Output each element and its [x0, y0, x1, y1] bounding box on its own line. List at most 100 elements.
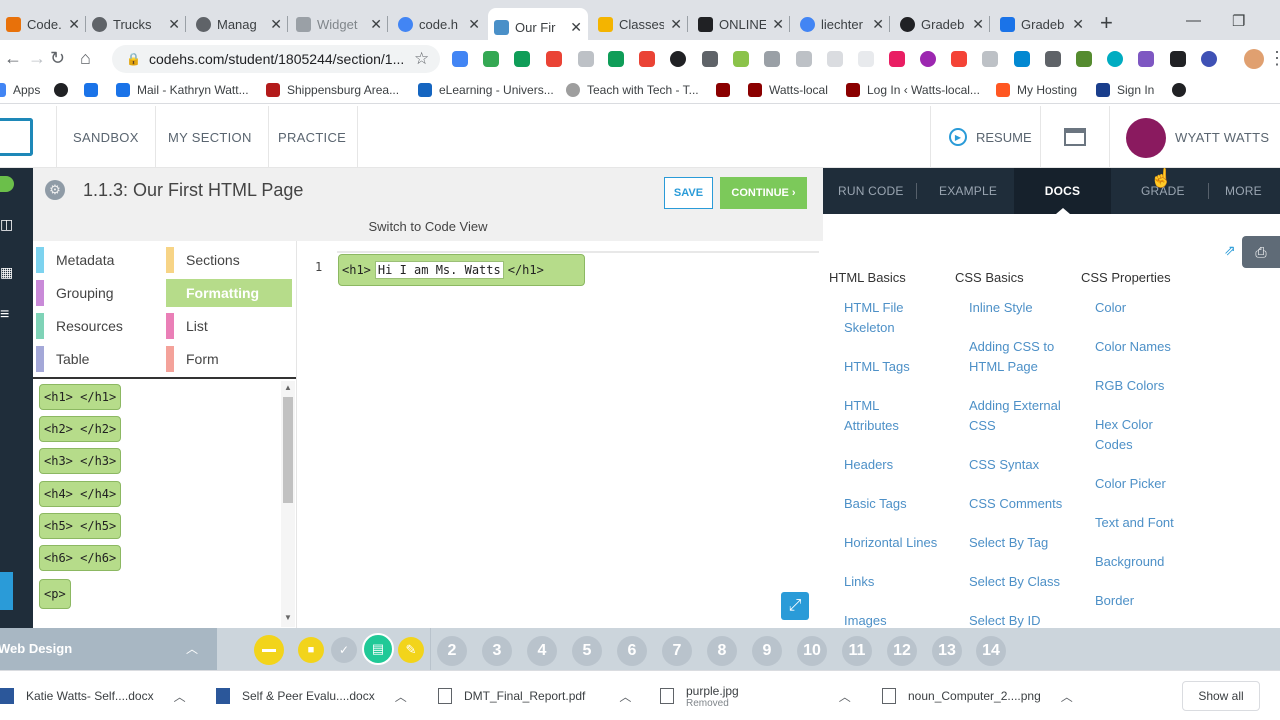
close-icon[interactable]: ✕ — [872, 16, 884, 33]
resume-button[interactable]: ▶ RESUME — [930, 106, 1040, 168]
new-tab-button[interactable]: + — [1100, 10, 1113, 36]
docs-link[interactable]: HTML Tags — [844, 357, 954, 377]
page-button[interactable]: 11 — [842, 636, 872, 666]
avatar[interactable] — [1126, 118, 1166, 158]
tab-example[interactable]: EXAMPLE — [939, 168, 997, 214]
close-icon[interactable]: ✕ — [168, 16, 180, 33]
menu-icon[interactable]: ≡ — [0, 306, 14, 324]
minimize-icon[interactable]: — — [1186, 12, 1201, 29]
docs-link[interactable]: Background — [1095, 552, 1205, 572]
external-link-icon[interactable]: ⇗ — [1224, 242, 1236, 259]
close-icon[interactable]: ✕ — [1072, 16, 1084, 33]
star-icon[interactable]: ☆ — [414, 49, 429, 69]
tab-more[interactable]: MORE — [1225, 168, 1262, 214]
page-button[interactable]: 9 — [752, 636, 782, 666]
continue-button[interactable]: CONTINUE › — [720, 177, 807, 209]
block-h6[interactable]: <h6> </h6> — [39, 545, 122, 571]
bookmark-my-hosting[interactable]: My Hosting — [996, 83, 1077, 97]
docs-link[interactable]: CSS Syntax — [969, 455, 1079, 475]
extension-icon[interactable] — [1170, 51, 1186, 67]
extension-icon[interactable] — [608, 51, 624, 67]
bookmark-apps[interactable]: Apps — [0, 83, 40, 97]
extension-icon[interactable] — [1014, 51, 1030, 67]
extension-icon[interactable] — [796, 51, 812, 67]
browser-tab[interactable]: Trucks ✕ — [86, 8, 186, 40]
docs-link[interactable]: Color Picker — [1095, 474, 1205, 494]
page-button[interactable]: 13 — [932, 636, 962, 666]
chevron-up-icon[interactable]: ︿ — [839, 688, 851, 705]
browser-tab[interactable]: Code.o ✕ — [0, 8, 86, 40]
extension-icon[interactable] — [858, 51, 874, 67]
chevron-up-icon[interactable]: ︿ — [1061, 688, 1073, 705]
extension-icon[interactable] — [702, 51, 718, 67]
docs-link[interactable]: Horizontal Lines — [844, 533, 954, 553]
show-all-button[interactable]: Show all — [1182, 681, 1260, 711]
page-button[interactable]: 12 — [887, 636, 917, 666]
back-icon[interactable]: ← — [4, 48, 22, 69]
download-item[interactable]: purple.jpg Removed ︿ — [660, 671, 860, 720]
page-button[interactable]: 8 — [707, 636, 737, 666]
docs-link[interactable]: Color — [1095, 298, 1205, 318]
print-icon[interactable]: ⎙ — [1242, 236, 1280, 268]
page-button[interactable]: 2 — [437, 636, 467, 666]
browser-tab[interactable]: Widget ✕ — [290, 8, 388, 40]
bookmark-teach-with-tech[interactable]: Teach with Tech - T... — [566, 83, 699, 97]
docs-link[interactable]: HTML Attributes — [844, 396, 924, 435]
drive-icon[interactable] — [483, 51, 499, 67]
expand-icon[interactable]: ⤢ — [781, 592, 809, 620]
extension-icon[interactable] — [670, 51, 686, 67]
close-icon[interactable]: ✕ — [270, 16, 282, 33]
chevron-up-icon[interactable]: ︿ — [395, 688, 407, 705]
browser-tab[interactable]: Classes ✕ — [592, 8, 688, 40]
docs-link[interactable]: Border — [1095, 591, 1205, 611]
category-grouping[interactable]: Grouping — [36, 279, 114, 307]
block-h4[interactable]: <h4> </h4> — [39, 481, 122, 507]
tab-run-code[interactable]: RUN CODE — [838, 168, 904, 214]
extension-icon[interactable] — [639, 51, 655, 67]
extension-icon[interactable] — [982, 51, 998, 67]
block-h1[interactable]: <h1> </h1> — [39, 384, 122, 410]
category-table[interactable]: Table — [36, 345, 89, 373]
bookmark[interactable] — [716, 83, 737, 97]
sheets-icon[interactable] — [514, 51, 530, 67]
extension-icon[interactable] — [452, 51, 468, 67]
docs-link[interactable]: RGB Colors — [1095, 376, 1205, 396]
check-icon[interactable] — [0, 176, 14, 192]
minus-icon[interactable] — [254, 635, 284, 665]
codehs-logo-icon[interactable] — [0, 118, 33, 156]
pencil-icon[interactable]: ✎ — [398, 637, 424, 663]
docs-link[interactable]: Select By Class — [969, 572, 1079, 592]
close-icon[interactable]: ✕ — [670, 16, 682, 33]
close-icon[interactable]: ✕ — [68, 16, 80, 33]
profile-avatar-icon[interactable] — [1244, 49, 1264, 69]
block-h3[interactable]: <h3> </h3> — [39, 448, 122, 474]
switch-to-code-view-button[interactable]: Switch to Code View — [33, 212, 823, 241]
home-icon[interactable]: ⌂ — [80, 48, 91, 69]
heading-text-field[interactable]: Hi I am Ms. Watts — [374, 261, 504, 279]
reload-icon[interactable]: ↻ — [50, 48, 65, 69]
document-icon[interactable]: ▤ — [362, 633, 394, 665]
bookmark-login[interactable]: Log In ‹ Watts-local... — [846, 83, 980, 97]
bookmark-elearning[interactable]: eLearning - Univers... — [418, 83, 554, 97]
docs-link[interactable]: Adding External CSS — [969, 396, 1069, 435]
nav-my-section[interactable]: MY SECTION — [152, 106, 269, 168]
extension-icon[interactable] — [733, 51, 749, 67]
close-icon[interactable]: ✕ — [370, 16, 382, 33]
scroll-up-icon[interactable]: ▲ — [284, 383, 292, 392]
block-h5[interactable]: <h5> </h5> — [39, 513, 122, 539]
close-icon[interactable]: ✕ — [772, 16, 784, 33]
page-button[interactable]: 7 — [662, 636, 692, 666]
extension-icon[interactable] — [827, 51, 843, 67]
extension-icon[interactable] — [889, 51, 905, 67]
bookmark-sign-in[interactable]: Sign In — [1096, 83, 1154, 97]
category-sections[interactable]: Sections — [166, 246, 240, 274]
docs-link[interactable]: Basic Tags — [844, 494, 954, 514]
extension-icon[interactable] — [546, 51, 562, 67]
map-icon[interactable]: ◫ — [0, 216, 14, 233]
browser-tab[interactable]: Manag ✕ — [190, 8, 288, 40]
user-name[interactable]: WYATT WATTS — [1175, 130, 1269, 145]
address-bar[interactable]: 🔒 codehs.com/student/1805244/section/1..… — [112, 45, 440, 73]
calendar-icon[interactable]: ▦ — [0, 264, 14, 281]
browser-tab[interactable]: Gradeb ✕ — [894, 8, 990, 40]
category-metadata[interactable]: Metadata — [36, 246, 114, 274]
